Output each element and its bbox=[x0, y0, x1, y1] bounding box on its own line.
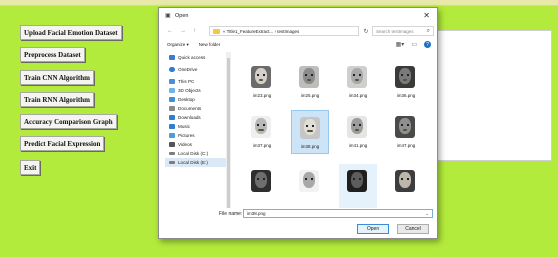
refresh-icon[interactable]: ↻ bbox=[362, 26, 370, 36]
image-thumbnail bbox=[347, 170, 367, 192]
preview-pane-icon[interactable]: ▭ bbox=[411, 41, 417, 48]
file-name-value: im38.png bbox=[247, 211, 266, 216]
open-file-dialog: ▣ Open ✕ ← → ↑ « Title1_FeatureExtract..… bbox=[158, 7, 438, 239]
file-tile[interactable] bbox=[243, 164, 281, 208]
nav-item-videos[interactable]: Videos bbox=[165, 140, 227, 149]
image-thumbnail bbox=[299, 66, 319, 88]
address-bar: ← → ↑ « Title1_FeatureExtract... › testI… bbox=[159, 25, 437, 37]
disk-icon bbox=[169, 161, 175, 164]
desktop-icon bbox=[169, 97, 175, 102]
exit-button[interactable]: Exit bbox=[20, 160, 41, 175]
navigation-pane: Quick access OneDrive This PC 3D Objects… bbox=[165, 53, 227, 208]
image-thumbnail bbox=[347, 116, 367, 138]
file-tile[interactable]: im47.png bbox=[387, 110, 425, 154]
search-input[interactable]: Search testImages ⌕ bbox=[372, 26, 434, 36]
file-name: im41.png bbox=[348, 143, 368, 148]
file-tile[interactable]: im23.png bbox=[243, 60, 281, 104]
nav-item-downloads[interactable]: Downloads bbox=[165, 113, 227, 122]
nav-item-music[interactable]: Music bbox=[165, 122, 227, 131]
preprocess-dataset-button[interactable]: Preprocess Dataset bbox=[20, 47, 85, 62]
file-name: im38.png bbox=[300, 144, 320, 149]
predict-expression-button[interactable]: Predict Facial Expression bbox=[20, 136, 105, 151]
dialog-toolbar: Organize ▾ New folder ▦▾ ▭ ? bbox=[159, 39, 437, 50]
file-tile-selected[interactable]: im38.png bbox=[291, 110, 329, 154]
nav-item-documents[interactable]: Documents bbox=[165, 104, 227, 113]
image-thumbnail bbox=[347, 66, 367, 88]
file-tile[interactable] bbox=[291, 164, 329, 208]
accuracy-graph-button[interactable]: Accuracy Comparison Graph bbox=[20, 114, 117, 129]
nav-item-local-disk-e[interactable]: Local Disk (E:) bbox=[165, 158, 227, 167]
forward-arrow-icon[interactable]: → bbox=[180, 28, 186, 34]
file-name: im23.png bbox=[252, 93, 272, 98]
organize-menu[interactable]: Organize ▾ bbox=[167, 42, 189, 48]
image-thumbnail bbox=[395, 66, 415, 88]
file-tile[interactable]: im25.png bbox=[291, 60, 329, 104]
file-tile-hovered[interactable] bbox=[339, 164, 377, 208]
image-thumbnail bbox=[395, 116, 415, 138]
disk-icon bbox=[169, 152, 175, 155]
star-icon bbox=[169, 55, 175, 60]
file-tile[interactable]: im36.png bbox=[387, 60, 425, 104]
close-icon[interactable]: ✕ bbox=[423, 11, 430, 20]
train-rnn-button[interactable]: Train RNN Algorithm bbox=[20, 92, 94, 107]
file-icon: ▣ bbox=[165, 13, 171, 19]
file-name: im47.png bbox=[396, 143, 416, 148]
image-thumbnail bbox=[251, 116, 271, 138]
file-name-input[interactable]: im38.png ⌄ bbox=[243, 209, 433, 218]
image-thumbnail bbox=[251, 170, 271, 192]
nav-item-this-pc[interactable]: This PC bbox=[165, 77, 227, 86]
file-name: im37.png bbox=[252, 143, 272, 148]
file-grid: im23.png im25.png im34.png im36.png im37… bbox=[237, 52, 437, 208]
new-folder-button[interactable]: New folder bbox=[199, 42, 221, 47]
cancel-button[interactable]: Cancel bbox=[397, 224, 429, 234]
pictures-icon bbox=[169, 133, 175, 138]
file-name: im34.png bbox=[348, 93, 368, 98]
nav-item-3d-objects[interactable]: 3D Objects bbox=[165, 86, 227, 95]
output-text-area[interactable] bbox=[426, 30, 552, 161]
download-icon bbox=[169, 115, 175, 120]
image-thumbnail bbox=[300, 117, 320, 139]
nav-item-quick-access[interactable]: Quick access bbox=[165, 53, 227, 62]
breadcrumb-path: « Title1_FeatureExtract... › testImages bbox=[223, 28, 300, 34]
image-thumbnail bbox=[251, 66, 271, 88]
dialog-titlebar: ▣ Open ✕ bbox=[159, 8, 437, 24]
view-options-icon[interactable]: ▦▾ bbox=[396, 41, 405, 48]
folder-icon bbox=[213, 28, 220, 34]
cloud-icon bbox=[169, 67, 175, 72]
train-cnn-button[interactable]: Train CNN Algorithm bbox=[20, 70, 94, 85]
back-arrow-icon[interactable]: ← bbox=[167, 28, 173, 34]
file-tile[interactable]: im34.png bbox=[339, 60, 377, 104]
nav-item-pictures[interactable]: Pictures bbox=[165, 131, 227, 140]
nav-item-desktop[interactable]: Desktop bbox=[165, 95, 227, 104]
documents-icon bbox=[169, 106, 175, 111]
file-name: im36.png bbox=[396, 93, 416, 98]
file-name: im25.png bbox=[300, 93, 320, 98]
file-tile[interactable]: im41.png bbox=[339, 110, 377, 154]
help-icon[interactable]: ? bbox=[424, 41, 431, 48]
image-thumbnail bbox=[299, 170, 319, 192]
window-top-divider bbox=[0, 5, 558, 6]
file-tile[interactable] bbox=[387, 164, 425, 208]
search-icon: ⌕ bbox=[426, 28, 430, 34]
up-arrow-icon[interactable]: ↑ bbox=[193, 28, 196, 34]
dialog-title: Open bbox=[175, 13, 189, 19]
cube-icon bbox=[169, 88, 175, 93]
music-icon bbox=[169, 124, 175, 129]
upload-dataset-button[interactable]: Upload Facial Emotion Dataset bbox=[20, 25, 122, 40]
image-thumbnail bbox=[395, 170, 415, 192]
file-tile[interactable]: im37.png bbox=[243, 110, 281, 154]
nav-item-onedrive[interactable]: OneDrive bbox=[165, 65, 227, 74]
nav-item-local-disk-c[interactable]: Local Disk (C:) bbox=[165, 149, 227, 158]
videos-icon bbox=[169, 142, 175, 147]
breadcrumb[interactable]: « Title1_FeatureExtract... › testImages bbox=[209, 26, 359, 36]
open-button[interactable]: Open bbox=[357, 224, 389, 234]
file-name-label: File name: bbox=[219, 211, 243, 217]
nav-scrollbar[interactable] bbox=[226, 52, 231, 208]
chevron-down-icon[interactable]: ⌄ bbox=[425, 211, 429, 217]
scrollbar-thumb[interactable] bbox=[227, 58, 230, 208]
computer-icon bbox=[169, 79, 175, 84]
search-placeholder: Search testImages bbox=[376, 28, 414, 34]
